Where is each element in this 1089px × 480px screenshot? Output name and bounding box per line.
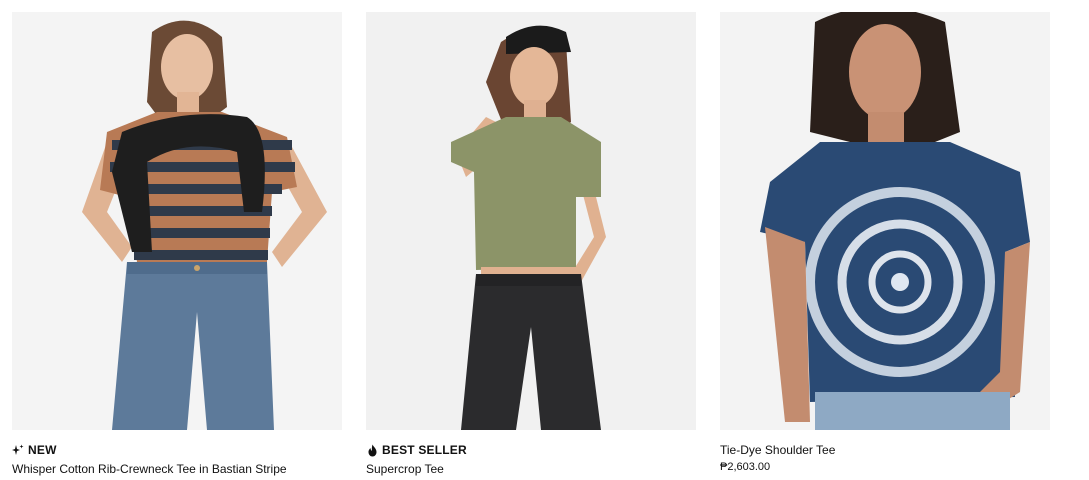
badge-label: BEST SELLER	[382, 443, 467, 457]
product-card[interactable]: Tie-Dye Shoulder Tee ₱2,603.00	[720, 12, 1050, 474]
product-name[interactable]: Tie-Dye Shoulder Tee	[720, 442, 1050, 458]
product-badge: BEST SELLER	[366, 442, 696, 458]
product-image[interactable]	[366, 12, 696, 430]
product-card[interactable]: BEST SELLER Supercrop Tee	[366, 12, 696, 477]
product-image[interactable]	[720, 12, 1050, 430]
product-name[interactable]: Whisper Cotton Rib-Crewneck Tee in Basti…	[12, 461, 342, 477]
badge-label: NEW	[28, 443, 57, 457]
product-price: ₱2,603.00	[720, 461, 771, 473]
product-image[interactable]	[12, 12, 342, 430]
product-name[interactable]: Supercrop Tee	[366, 461, 696, 477]
product-badge: NEW	[12, 442, 342, 458]
product-card[interactable]: NEW Whisper Cotton Rib-Crewneck Tee in B…	[12, 12, 342, 477]
product-grid: NEW Whisper Cotton Rib-Crewneck Tee in B…	[0, 0, 1089, 480]
flame-icon	[366, 443, 378, 457]
sparkle-icon	[12, 443, 24, 457]
